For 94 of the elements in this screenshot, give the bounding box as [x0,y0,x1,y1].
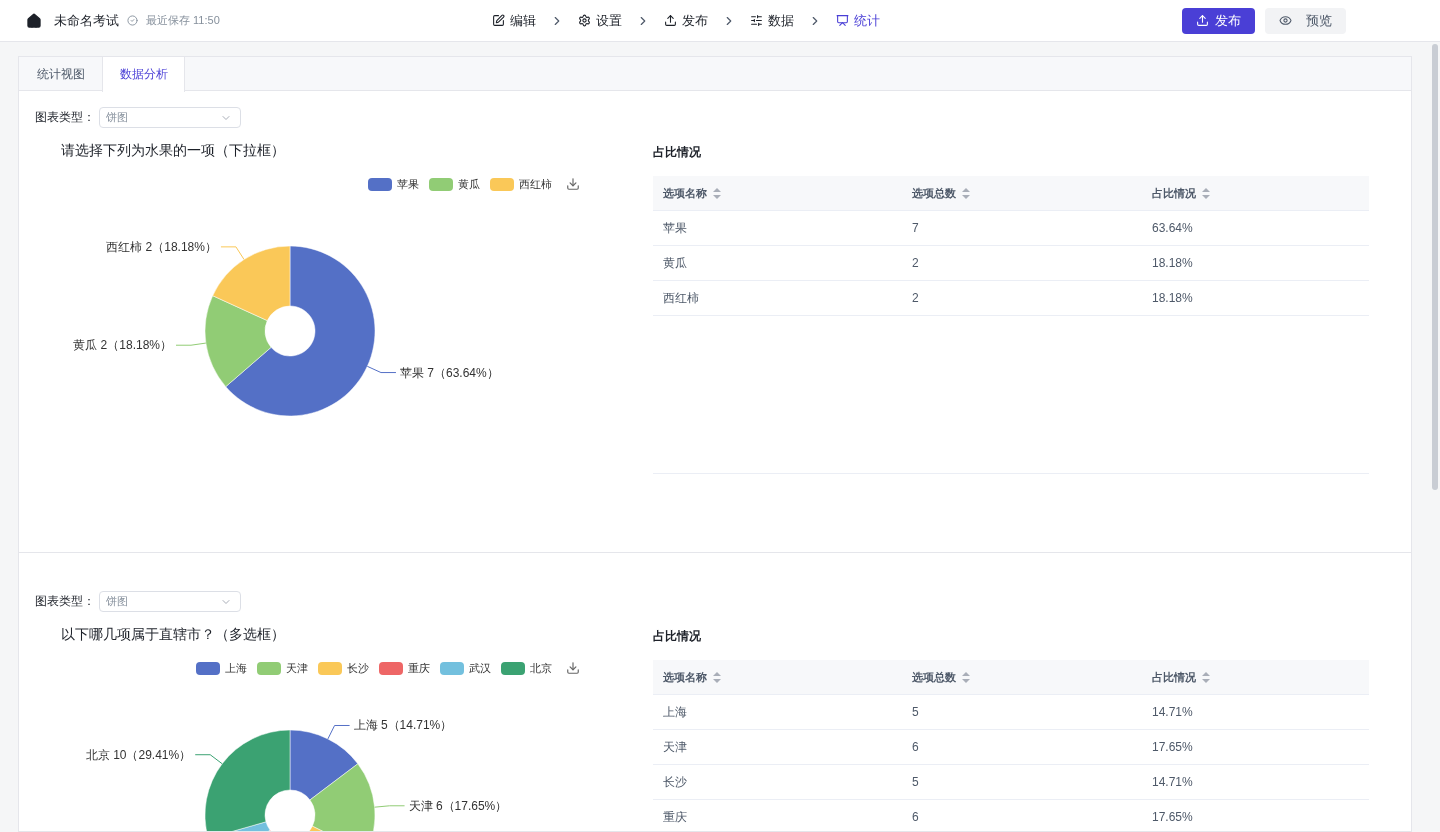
table-cell-text: 黄瓜 [662,254,688,272]
table-cell-text: 上海 [662,703,688,721]
table-cell-text: 6 [911,809,920,826]
table-cell-text: 63.64% [1151,220,1194,237]
legend-label: 上海 [225,660,247,676]
legend-label: 黄瓜 [458,176,480,192]
legend-label: 北京 [530,660,552,676]
save-status: 最近保存 11:50 [146,13,220,28]
column-header[interactable]: 占比情况 [1142,660,1369,694]
table-cell-text: 2 [911,255,920,272]
slice-label: 天津 6（17.65%） [408,798,508,813]
table-cell-text: 天津 [662,738,688,756]
step-tab[interactable]: 发布 [664,11,708,30]
home-icon[interactable] [26,12,42,29]
step-tab[interactable]: 设置 [578,11,622,30]
table-cell-text: 17.65% [1151,739,1194,756]
sort-icon[interactable] [1202,187,1210,199]
table-cell-text: 18.18% [1151,290,1194,307]
legend-item[interactable]: 天津 [257,660,308,676]
sliders-icon [750,14,763,27]
legend-label: 苹果 [397,176,419,192]
edit-icon [492,14,505,27]
slice-label: 西红柿 2（18.18%） [106,239,217,254]
leader-line [194,754,223,765]
exam-title: 未命名考试 [54,11,119,30]
leader-line [220,246,245,260]
table-cell-text: 苹果 [662,219,688,237]
legend-item[interactable]: 北京 [501,660,552,676]
legend-item[interactable]: 长沙 [318,660,369,676]
column-header[interactable]: 占比情况 [1142,176,1369,210]
table-cell-text: 5 [911,774,920,791]
table-cell-text: 14.71% [1151,774,1194,791]
slice-label: 苹果 7（63.64%） [399,365,499,380]
chart-title: 请选择下列为水果的一项（下拉框） [61,142,286,160]
legend-item[interactable]: 武汉 [440,660,491,676]
leader-line [366,365,397,374]
slice-label: 北京 10（29.41%） [85,747,192,762]
legend-item[interactable]: 重庆 [379,660,430,676]
sort-icon[interactable] [962,671,970,683]
step-tab[interactable]: 数据 [750,11,794,30]
column-header[interactable]: 选项总数 [902,176,1142,210]
table-title: 占比情况 [653,628,702,645]
download-icon[interactable] [566,177,580,191]
upload-icon [1196,14,1209,27]
legend-label: 武汉 [469,660,491,676]
table-cell-text: 重庆 [662,808,688,826]
legend-label: 重庆 [408,660,430,676]
table-cell-text: 长沙 [662,773,688,791]
legend-item[interactable]: 上海 [196,660,247,676]
legend-item[interactable]: 西红柿 [490,176,552,192]
table-cell-text: 7 [911,220,920,237]
slice-label: 黄瓜 2（18.18%） [73,338,172,353]
chart-type-label: 图表类型： [35,593,95,610]
chart-type-select[interactable]: 饼图 [99,591,241,612]
download-icon[interactable] [566,661,580,675]
legend-item[interactable]: 苹果 [368,176,419,192]
sort-icon[interactable] [713,671,721,683]
table-cell-text: 6 [911,739,920,756]
chart-type-select[interactable]: 饼图 [99,107,241,128]
publish-button[interactable]: 发布 [1182,7,1255,34]
table-cell-text: 西红柿 [662,289,700,307]
eye-icon [1279,14,1292,27]
preview-button[interactable]: 预览 [1265,7,1346,34]
table-title: 占比情况 [653,144,702,161]
settings-icon [578,14,591,27]
legend-label: 西红柿 [519,176,552,192]
sort-icon[interactable] [1202,671,1210,683]
presentation-icon [836,14,849,27]
table-cell-text: 2 [911,290,920,307]
legend-label: 天津 [286,660,308,676]
table-cell-text: 5 [911,704,920,721]
table-cell-text: 14.71% [1151,704,1194,721]
upload-icon [664,14,677,27]
leader-line [374,805,406,808]
table-cell-text: 18.18% [1151,255,1194,272]
legend-label: 长沙 [347,660,369,676]
legend-item[interactable]: 黄瓜 [429,176,480,192]
step-tab[interactable]: 编辑 [492,11,536,30]
leader-line [327,725,351,740]
step-tab[interactable]: 统计 [836,11,880,30]
check-icon [127,15,138,26]
chart-title: 以下哪几项属于直辖市？（多选框） [61,626,286,644]
leader-line [175,342,207,346]
column-header[interactable]: 选项名称 [653,660,902,694]
sort-icon[interactable] [962,187,970,199]
table-cell-text: 17.65% [1151,809,1194,826]
scrollbar[interactable] [1432,44,1438,490]
view-tab[interactable]: 数据分析 [102,57,185,92]
sort-icon[interactable] [713,187,721,199]
column-header[interactable]: 选项总数 [902,660,1142,694]
column-header[interactable]: 选项名称 [653,176,902,210]
view-tab[interactable]: 统计视图 [19,57,102,91]
chart-type-label: 图表类型： [35,109,95,126]
slice-label: 上海 5（14.71%） [353,718,453,733]
